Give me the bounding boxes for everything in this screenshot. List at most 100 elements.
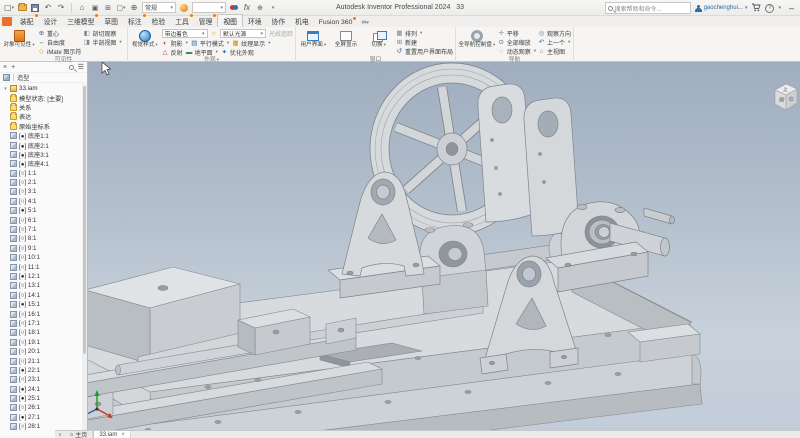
file-menu-button[interactable] <box>2 17 12 26</box>
tree-item[interactable]: [○] 23:1 <box>0 375 82 384</box>
gear-icon[interactable]: ⊕ <box>129 3 139 13</box>
tree-item[interactable]: [○] 7:1 <box>0 225 82 234</box>
qat-customize-icon[interactable]: ▾ <box>268 3 278 13</box>
tree-item[interactable]: [●] 底座4:1 <box>0 159 82 168</box>
tree-item[interactable]: 模型状态: [主要] <box>0 93 82 102</box>
tree-item[interactable]: [●] 15:1 <box>0 300 82 309</box>
ribbon-tab-设计[interactable]: 设计 <box>39 15 63 27</box>
tree-item[interactable]: [○] 19:1 <box>0 338 82 347</box>
home-icon[interactable]: ⌂ <box>77 3 87 13</box>
tree-item[interactable]: [○] 26:1 <box>0 403 82 412</box>
graphics-viewport[interactable]: 前 右 上 <box>88 62 800 430</box>
document-tab-33iam[interactable]: 33.iam × <box>93 431 131 438</box>
ribbon-tab-工具[interactable]: 工具 <box>170 15 194 27</box>
tree-item[interactable]: [○] 18:1 <box>0 328 82 337</box>
tree-item[interactable]: [○] 1:1 <box>0 169 82 178</box>
ribbon-tab-三维模型[interactable]: 三维模型 <box>62 15 99 27</box>
ribbon-tab-视图[interactable]: 视图 <box>217 14 243 27</box>
user-interface-button[interactable]: 用户界面 <box>298 28 329 54</box>
tree-item[interactable]: [●] 5:1 <box>0 206 82 215</box>
new-window-button[interactable]: ⊞新建 <box>396 38 453 46</box>
tree-item[interactable]: [○] 3:1 <box>0 187 82 196</box>
tree-item[interactable]: [○] 10:1 <box>0 253 82 262</box>
tree-item[interactable]: [●] 底座2:1 <box>0 140 82 149</box>
close-tab-icon[interactable]: × <box>121 432 125 438</box>
help-search-input[interactable]: 搜索帮助和命令... <box>605 2 691 14</box>
center-of-gravity-button[interactable]: ⊕重心 <box>38 29 81 37</box>
tree-item[interactable]: [○] 9:1 <box>0 244 82 253</box>
half-section-button[interactable]: ◨半剖视图 <box>83 38 121 46</box>
tree-item[interactable]: [●] 22:1 <box>0 366 82 375</box>
fusion360-logo-icon[interactable]: ∞▾ <box>357 18 373 27</box>
previous-view-button[interactable]: ↶上一个 <box>538 38 571 46</box>
full-screen-button[interactable]: 全屏显示 <box>331 28 362 54</box>
minimize-button[interactable]: – <box>785 3 798 13</box>
undo-icon[interactable]: ↶ <box>43 3 53 13</box>
tree-item[interactable]: [●] 24:1 <box>0 385 82 394</box>
viewcube[interactable]: 前 右 上 <box>775 84 797 110</box>
save-icon[interactable] <box>30 3 40 13</box>
new-file-icon[interactable]: ▢▾ <box>4 3 14 13</box>
tree-item[interactable]: [●] 27:1 <box>0 413 82 422</box>
tree-item[interactable]: [○] 16:1 <box>0 309 82 318</box>
return-icon[interactable]: ▣ <box>90 3 100 13</box>
help-icon[interactable]: ? <box>765 4 774 13</box>
ribbon-tab-机电[interactable]: 机电 <box>290 15 314 27</box>
cart-icon[interactable] <box>751 3 761 14</box>
pan-button[interactable]: ✛平移 <box>498 29 536 37</box>
lighting-combo[interactable]: 默认光源▾ <box>220 29 266 38</box>
tree-item[interactable]: [○] 20:1 <box>0 347 82 356</box>
tab-list-chevron-icon[interactable]: ∨ <box>55 431 65 438</box>
browser-search-icon[interactable] <box>69 65 74 70</box>
tree-item[interactable]: [●] 底座3:1 <box>0 150 82 159</box>
material-combo[interactable]: 常规▾ <box>142 2 176 13</box>
ribbon-tab-标注[interactable]: 标注 <box>123 15 147 27</box>
browser-menu-icon[interactable]: ☰ <box>78 63 84 71</box>
tree-item[interactable]: [○] 17:1 <box>0 319 82 328</box>
home-tab[interactable]: ⌂ 主页 <box>65 431 94 438</box>
browser-scrollbar-thumb[interactable] <box>83 86 86 354</box>
textures-button[interactable]: ▦纹理显示 <box>232 39 270 47</box>
tree-item[interactable]: [○] 2:1 <box>0 178 82 187</box>
tree-item[interactable]: ▾33.iam <box>0 84 82 93</box>
appearance-combo[interactable]: ▾ <box>192 2 226 13</box>
parameters-fx-button[interactable]: fx <box>242 3 252 13</box>
tree-item[interactable]: [○] 14:1 <box>0 291 82 300</box>
browser-close-icon[interactable]: × <box>3 64 7 71</box>
arrange-button[interactable]: ▦排列 <box>396 29 453 37</box>
browser-add-icon[interactable]: + <box>11 64 15 71</box>
a-frame-support-left[interactable] <box>328 172 440 298</box>
redo-icon[interactable]: ↷ <box>56 3 66 13</box>
user-account-button[interactable]: gaochenghui...▾ <box>695 5 748 12</box>
orthographic-button[interactable]: ▤平行模式 <box>191 39 229 47</box>
visual-style-combo[interactable]: 带边着色▾ <box>162 29 208 38</box>
ribbon-tab-Fusion 360[interactable]: Fusion 360 <box>314 18 358 27</box>
tree-item[interactable]: [●] 25:1 <box>0 394 82 403</box>
tree-item[interactable]: [○] 8:1 <box>0 234 82 243</box>
connecting-rod-plates[interactable] <box>478 84 579 236</box>
browser-scrollbar[interactable] <box>82 84 87 438</box>
object-visibility-button[interactable]: 对象可见性 <box>2 28 36 54</box>
tree-item[interactable]: [○] 21:1 <box>0 356 82 365</box>
visual-style-button[interactable]: 视觉样式 <box>130 28 160 54</box>
switch-windows-button[interactable]: 切换 <box>363 28 394 54</box>
tree-item[interactable]: [○] 13:1 <box>0 281 82 290</box>
tree-item[interactable]: [●] 12:1 <box>0 272 82 281</box>
ribbon-tab-装配[interactable]: 装配 <box>15 15 39 27</box>
degrees-of-freedom-button[interactable]: ↔自由度 <box>38 38 81 46</box>
tree-item[interactable]: 关系 <box>0 103 82 112</box>
ribbon-tab-环境[interactable]: 环境 <box>243 15 267 27</box>
update-icon[interactable]: ⊞ <box>103 3 113 13</box>
navigation-wheel-button[interactable]: 全导航控制盘 <box>458 28 496 54</box>
tree-item[interactable]: [○] 6:1 <box>0 215 82 224</box>
zoom-all-button[interactable]: ⊙全部缩放 <box>498 38 536 46</box>
ribbon-tab-检验[interactable]: 检验 <box>147 15 171 27</box>
ribbon-tab-草图[interactable]: 草图 <box>99 15 123 27</box>
tree-item[interactable]: 表达 <box>0 112 82 121</box>
ribbon-tab-管理[interactable]: 管理 <box>194 15 218 27</box>
ribbon-tab-协作[interactable]: 协作 <box>267 15 291 27</box>
tree-item[interactable]: 原始坐标系 <box>0 122 82 131</box>
appearance-sphere-icon[interactable] <box>179 3 189 13</box>
measure-icon[interactable]: ⊕ <box>255 3 265 13</box>
tree-item[interactable]: [○] 11:1 <box>0 262 82 271</box>
